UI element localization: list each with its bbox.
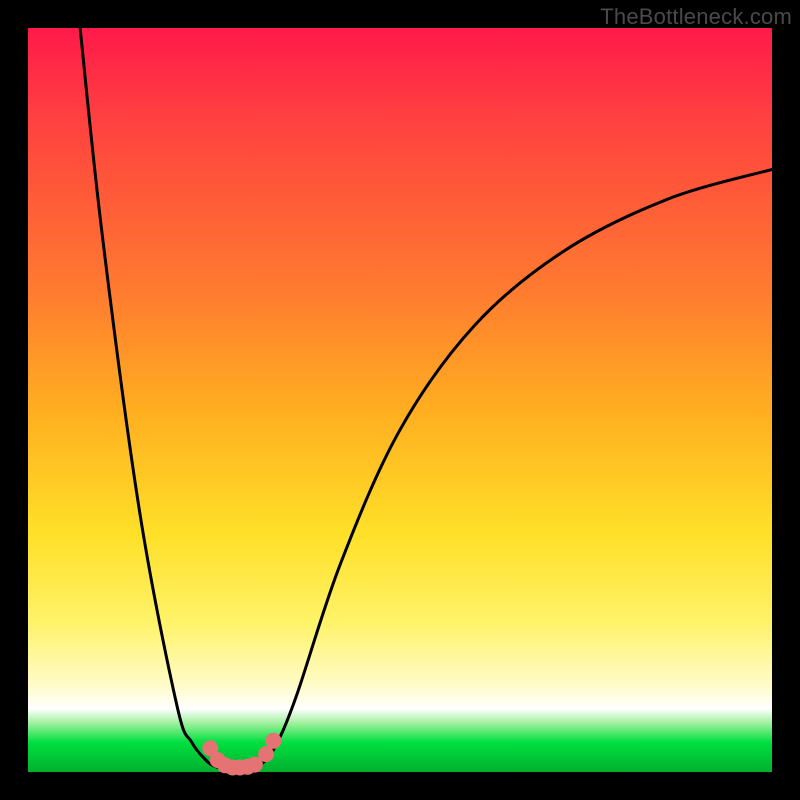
valley-markers [202, 733, 281, 776]
bottleneck-curve [80, 28, 772, 770]
chart-svg [28, 28, 772, 772]
watermark-text: TheBottleneck.com [600, 4, 792, 30]
curve-line [80, 28, 772, 770]
chart-frame [28, 28, 772, 772]
valley-marker [266, 733, 282, 749]
